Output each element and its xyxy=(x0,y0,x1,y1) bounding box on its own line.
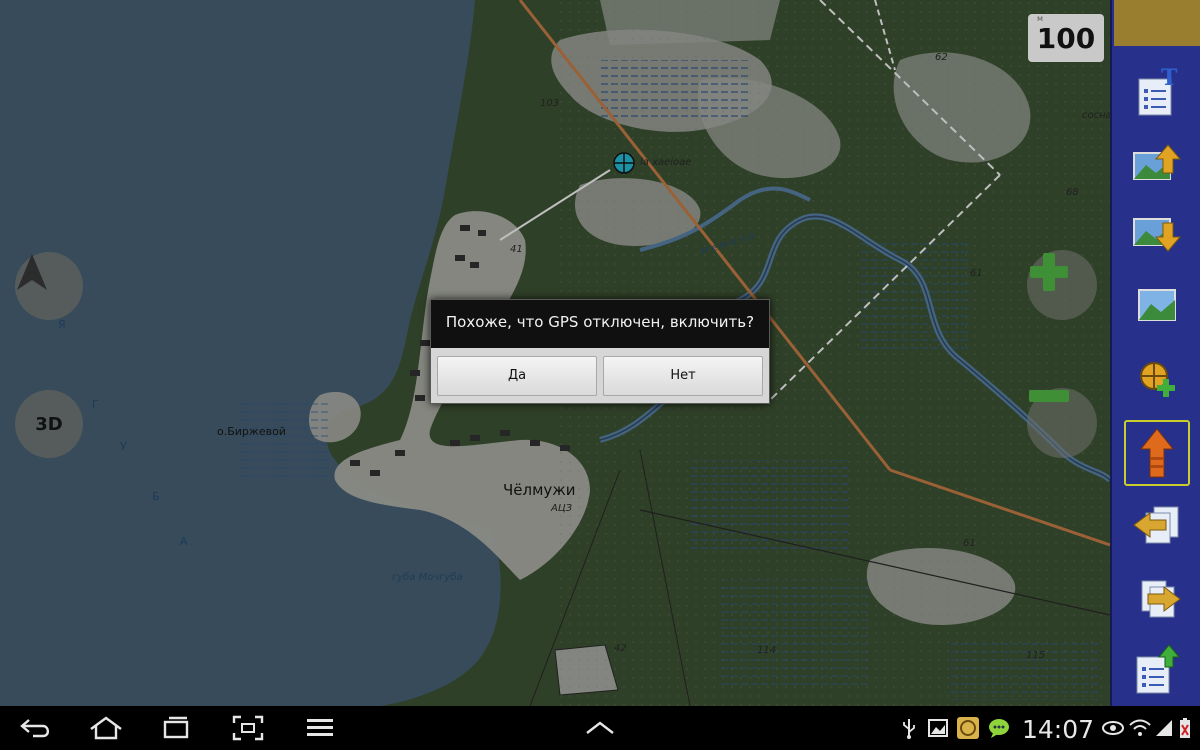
map-app-icon xyxy=(957,717,979,739)
map-image-button[interactable] xyxy=(1124,272,1190,338)
wifi-icon xyxy=(1129,719,1151,736)
menu-button[interactable] xyxy=(296,706,344,750)
list-upload-button[interactable] xyxy=(1124,636,1190,702)
toolbar-header xyxy=(1114,0,1200,46)
eye-status xyxy=(1100,706,1126,750)
gallery-status xyxy=(926,706,950,750)
right-toolbar: T xyxy=(1110,0,1200,706)
clock: 14:07 xyxy=(1022,715,1095,744)
yes-button[interactable]: Да xyxy=(437,356,597,396)
compass-button[interactable] xyxy=(15,252,83,320)
layers-list-button[interactable]: T xyxy=(1124,60,1190,126)
signal-icon xyxy=(1156,720,1172,736)
gps-dialog: Похоже, что GPS отключен, включить? Да Н… xyxy=(430,299,770,404)
screenshot-icon xyxy=(232,715,264,741)
menu-icon xyxy=(307,719,333,736)
scale-value: 100 xyxy=(1036,22,1096,55)
chat-icon xyxy=(989,719,1009,738)
show-panel-button[interactable] xyxy=(578,706,622,750)
screenshot-button[interactable] xyxy=(224,706,272,750)
track-up-button[interactable] xyxy=(1124,420,1190,486)
forward-icon xyxy=(1141,580,1181,618)
dialog-message: Похоже, что GPS отключен, включить? xyxy=(445,313,755,331)
battery-warning-icon xyxy=(1180,718,1190,738)
add-waypoint-icon xyxy=(1140,362,1175,397)
nav-back-button[interactable] xyxy=(12,706,60,750)
download-map-button[interactable] xyxy=(1124,200,1190,266)
back-button[interactable] xyxy=(1124,492,1190,558)
eye-icon xyxy=(1102,721,1124,735)
north-arrow-icon xyxy=(17,254,47,290)
recent-apps-icon xyxy=(163,716,189,739)
plus-icon xyxy=(1030,253,1068,291)
battery-status xyxy=(1176,706,1194,750)
upload-map-icon xyxy=(1133,144,1182,180)
wifi-status xyxy=(1128,706,1152,750)
download-map-icon xyxy=(1133,218,1182,252)
system-navigation-bar: 14:07 xyxy=(0,706,1200,750)
chevron-up-icon xyxy=(586,721,614,734)
list-upload-icon xyxy=(1136,644,1181,694)
add-waypoint-button[interactable] xyxy=(1124,346,1190,412)
map-app-status xyxy=(954,706,982,750)
track-up-icon xyxy=(1140,428,1174,478)
usb-icon xyxy=(903,719,915,739)
forward-button[interactable] xyxy=(1124,566,1190,632)
3d-mode-button[interactable]: 3D xyxy=(15,390,83,458)
nav-home-button[interactable] xyxy=(82,706,130,750)
usb-status xyxy=(898,706,920,750)
upload-map-button[interactable] xyxy=(1124,130,1190,196)
dialog-button-row: Да Нет xyxy=(431,348,769,403)
back-arrow-icon xyxy=(20,719,50,738)
zoom-out-button[interactable] xyxy=(1027,388,1097,458)
back-icon xyxy=(1133,506,1179,544)
scale-indicator: м 100 xyxy=(1028,14,1104,62)
nav-recent-apps-button[interactable] xyxy=(152,706,200,750)
svg-text:T: T xyxy=(1161,67,1178,91)
no-button[interactable]: Нет xyxy=(603,356,763,396)
home-icon xyxy=(90,716,122,740)
layers-list-icon: T xyxy=(1138,67,1178,116)
chat-status xyxy=(986,706,1012,750)
map-image-icon xyxy=(1138,289,1176,321)
minus-icon xyxy=(1029,390,1069,402)
zoom-in-button[interactable] xyxy=(1027,250,1097,320)
signal-status xyxy=(1154,706,1174,750)
image-icon xyxy=(928,719,948,737)
